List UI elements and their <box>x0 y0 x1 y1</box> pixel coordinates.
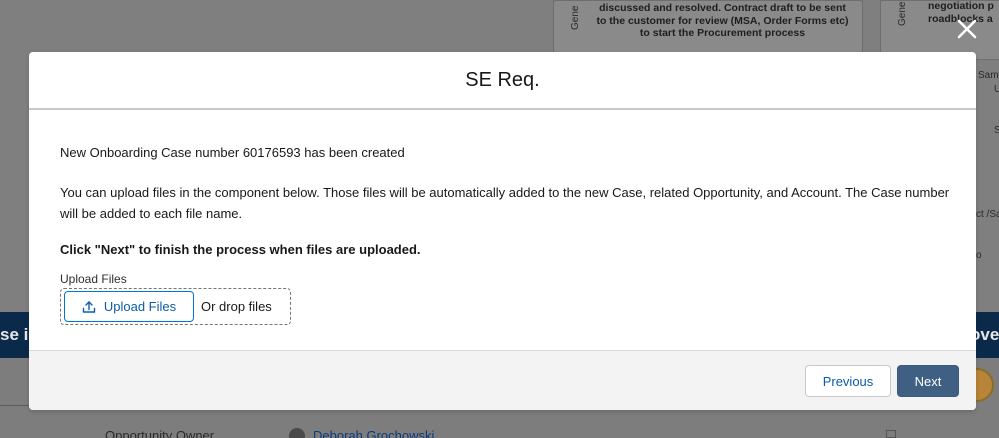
background-divider <box>0 405 30 406</box>
avatar <box>289 428 305 438</box>
previous-button[interactable]: Previous <box>805 365 891 397</box>
upload-files-label: Upload Files <box>60 272 127 286</box>
next-button[interactable]: Next <box>897 365 959 397</box>
upload-files-button-label: Upload Files <box>103 299 177 314</box>
modal-header: SE Req. <box>29 52 976 110</box>
case-created-message: New Onboarding Case number 60176593 has … <box>60 145 405 160</box>
modal-dialog: SE Req. New Onboarding Case number 60176… <box>29 52 976 410</box>
background-card-vertical-label: Gene <box>570 5 581 30</box>
close-icon[interactable] <box>955 17 979 41</box>
modal-title: SE Req. <box>465 68 540 91</box>
background-card-2-vertical-label: Gene <box>897 1 908 26</box>
file-dropzone[interactable]: Upload Files Or drop files <box>60 288 291 325</box>
background-fragment: Sam <box>978 70 999 81</box>
upload-files-button[interactable]: Upload Files <box>64 291 194 322</box>
background-fragment: ct /Sa <box>976 209 999 220</box>
background-fragment: o <box>976 250 982 261</box>
background-owner-label: Opportunity Owner <box>105 428 215 438</box>
upload-icon <box>82 300 96 314</box>
drop-files-text: Or drop files <box>201 299 272 314</box>
background-card-2-line-1: negotiation p <box>928 0 994 12</box>
modal-footer: Previous Next <box>29 350 976 410</box>
background-fragment: S <box>994 125 999 136</box>
background-owner-name: Deborah Grochowski <box>313 428 435 438</box>
background-small-icon <box>886 430 896 438</box>
background-fragment: U <box>994 84 999 95</box>
upload-description: You can upload files in the component be… <box>60 185 950 221</box>
finish-instruction: Click "Next" to finish the process when … <box>60 242 421 257</box>
modal-body: New Onboarding Case number 60176593 has … <box>29 110 976 350</box>
background-card-text: discussed and resolved. Contract draft t… <box>596 2 849 39</box>
